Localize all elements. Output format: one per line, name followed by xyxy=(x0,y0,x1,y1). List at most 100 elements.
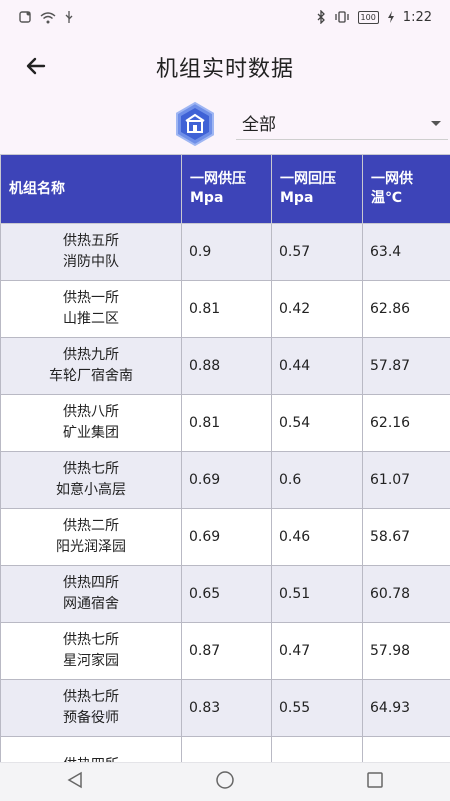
unit-location: 预备役师 xyxy=(5,708,177,729)
return-pressure-cell: 0.51 xyxy=(272,566,363,623)
unit-name-cell: 供热七所星河家园 xyxy=(1,623,182,680)
nav-back-button[interactable] xyxy=(55,767,95,797)
circle-home-icon xyxy=(215,770,235,794)
unit-name-cell: 供热四所 xyxy=(1,737,182,763)
notification-icon xyxy=(18,10,32,24)
status-time: 1:22 xyxy=(403,10,432,25)
unit-location: 网通宿舍 xyxy=(5,594,177,615)
table-row[interactable]: 供热二所阳光润泽园0.690.4658.67 xyxy=(1,509,450,566)
unit-name-cell: 供热八所矿业集团 xyxy=(1,395,182,452)
unit-name-cell: 供热五所消防中队 xyxy=(1,224,182,281)
return-pressure-cell: 0.54 xyxy=(272,395,363,452)
column-header-supply-temp: 一网供温℃ xyxy=(363,155,450,224)
table-row[interactable]: 供热五所消防中队0.90.5763.4 xyxy=(1,224,450,281)
unit-location: 阳光润泽园 xyxy=(5,537,177,558)
supply-temp-cell xyxy=(363,737,450,763)
supply-pressure-cell: 0.83 xyxy=(182,680,272,737)
supply-pressure-cell: 0.81 xyxy=(182,395,272,452)
square-recents-icon xyxy=(366,771,384,793)
table-row[interactable]: 供热一所山推二区0.810.4262.86 xyxy=(1,281,450,338)
supply-temp-cell: 62.86 xyxy=(363,281,450,338)
caret-down-icon xyxy=(430,113,442,132)
unit-name-cell: 供热四所网通宿舍 xyxy=(1,566,182,623)
table-row[interactable]: 供热七所如意小高层0.690.661.07 xyxy=(1,452,450,509)
unit-name-cell: 供热二所阳光润泽园 xyxy=(1,509,182,566)
supply-pressure-cell: 0.88 xyxy=(182,338,272,395)
supply-temp-cell: 58.67 xyxy=(363,509,450,566)
unit-location: 矿业集团 xyxy=(5,423,177,444)
unit-station: 供热七所 xyxy=(5,459,177,480)
table-body: 供热五所消防中队0.90.5763.4供热一所山推二区0.810.4262.86… xyxy=(1,224,450,763)
supply-pressure-cell: 0.69 xyxy=(182,509,272,566)
unit-station: 供热二所 xyxy=(5,516,177,537)
return-pressure-cell: 0.44 xyxy=(272,338,363,395)
table-row[interactable]: 供热九所车轮厂宿舍南0.880.4457.87 xyxy=(1,338,450,395)
unit-name-cell: 供热一所山推二区 xyxy=(1,281,182,338)
unit-location: 星河家园 xyxy=(5,651,177,672)
table-row[interactable]: 供热七所预备役师0.830.5564.93 xyxy=(1,680,450,737)
status-left-icons xyxy=(18,10,74,24)
vibrate-icon xyxy=(334,10,350,24)
unit-station: 供热七所 xyxy=(5,630,177,651)
column-header-return-pressure: 一网回压Mpa xyxy=(272,155,363,224)
unit-location: 山推二区 xyxy=(5,309,177,330)
column-header-unit-name: 机组名称 xyxy=(1,155,182,224)
supply-pressure-cell: 0.9 xyxy=(182,224,272,281)
status-right-icons: 100 1:22 xyxy=(316,10,432,25)
battery-icon: 100 xyxy=(358,11,379,24)
unit-station: 供热九所 xyxy=(5,345,177,366)
table-row[interactable]: 供热四所 xyxy=(1,737,450,763)
app-header: 机组实时数据 xyxy=(0,34,450,100)
unit-filter-value: 全部 xyxy=(242,110,276,135)
building-hexagon-icon xyxy=(170,100,220,148)
unit-name-cell: 供热九所车轮厂宿舍南 xyxy=(1,338,182,395)
supply-temp-cell: 63.4 xyxy=(363,224,450,281)
charging-icon xyxy=(387,11,395,23)
usb-icon xyxy=(64,10,74,24)
bluetooth-icon xyxy=(316,10,326,24)
table-row[interactable]: 供热七所星河家园0.870.4757.98 xyxy=(1,623,450,680)
realtime-data-table: 机组名称 一网供压Mpa 一网回压Mpa 一网供温℃ 供热五所消防中队0.90.… xyxy=(0,154,450,762)
return-pressure-cell: 0.47 xyxy=(272,623,363,680)
wifi-icon xyxy=(40,11,56,24)
supply-temp-cell: 61.07 xyxy=(363,452,450,509)
supply-pressure-cell: 0.65 xyxy=(182,566,272,623)
table-row[interactable]: 供热八所矿业集团0.810.5462.16 xyxy=(1,395,450,452)
unit-location: 消防中队 xyxy=(5,252,177,273)
system-nav-bar xyxy=(0,762,450,801)
unit-location: 如意小高层 xyxy=(5,480,177,501)
supply-temp-cell: 60.78 xyxy=(363,566,450,623)
unit-station: 供热四所 xyxy=(5,755,177,763)
unit-location: 车轮厂宿舍南 xyxy=(5,366,177,387)
nav-home-button[interactable] xyxy=(205,767,245,797)
table-header-row: 机组名称 一网供压Mpa 一网回压Mpa 一网供温℃ xyxy=(1,155,450,224)
return-pressure-cell: 0.42 xyxy=(272,281,363,338)
realtime-data-table-container[interactable]: 机组名称 一网供压Mpa 一网回压Mpa 一网供温℃ 供热五所消防中队0.90.… xyxy=(0,154,450,762)
unit-station: 供热四所 xyxy=(5,573,177,594)
supply-temp-cell: 57.98 xyxy=(363,623,450,680)
return-pressure-cell: 0.55 xyxy=(272,680,363,737)
supply-pressure-cell: 0.69 xyxy=(182,452,272,509)
unit-station: 供热五所 xyxy=(5,231,177,252)
status-bar: 100 1:22 xyxy=(0,0,450,34)
unit-filter-select[interactable]: 全部 xyxy=(236,106,448,140)
supply-pressure-cell xyxy=(182,737,272,763)
unit-station: 供热一所 xyxy=(5,288,177,309)
table-row[interactable]: 供热四所网通宿舍0.650.5160.78 xyxy=(1,566,450,623)
unit-name-cell: 供热七所预备役师 xyxy=(1,680,182,737)
page-title: 机组实时数据 xyxy=(0,51,450,83)
supply-temp-cell: 57.87 xyxy=(363,338,450,395)
unit-station: 供热七所 xyxy=(5,687,177,708)
supply-pressure-cell: 0.81 xyxy=(182,281,272,338)
return-pressure-cell: 0.57 xyxy=(272,224,363,281)
supply-temp-cell: 64.93 xyxy=(363,680,450,737)
unit-name-cell: 供热七所如意小高层 xyxy=(1,452,182,509)
return-pressure-cell xyxy=(272,737,363,763)
supply-temp-cell: 62.16 xyxy=(363,395,450,452)
column-header-supply-pressure: 一网供压Mpa xyxy=(182,155,272,224)
unit-station: 供热八所 xyxy=(5,402,177,423)
filter-bar: 全部 xyxy=(0,100,450,154)
return-pressure-cell: 0.6 xyxy=(272,452,363,509)
nav-recents-button[interactable] xyxy=(355,767,395,797)
triangle-back-icon xyxy=(66,771,84,793)
